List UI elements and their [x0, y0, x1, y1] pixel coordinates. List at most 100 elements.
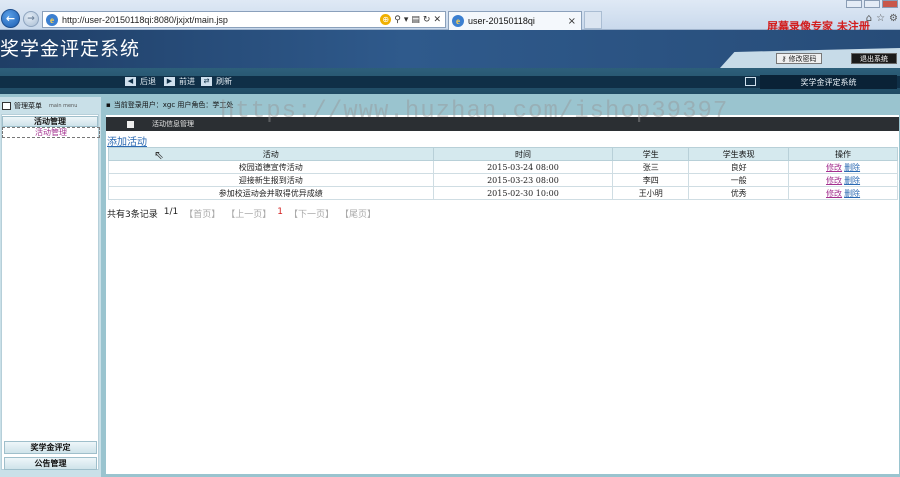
cell-activity: 迎接新生报到活动 — [108, 173, 434, 187]
col-time: 时间 — [432, 147, 614, 161]
pager-first[interactable]: 【首页】 — [184, 207, 220, 220]
login-info: 当前登录用户：xgc 用户角色：学工处 — [113, 101, 234, 109]
tab-close-icon[interactable]: × — [568, 16, 576, 27]
favorites-icon[interactable]: ☆ — [876, 13, 885, 24]
cell-actions: 修改 删除 — [788, 186, 898, 200]
cell-actions: 修改 删除 — [788, 173, 898, 187]
minimize-button[interactable] — [846, 0, 862, 8]
activity-table: 活动 时间 学生 学生表现 操作 校园道德宣传活动 2015-03-24 08:… — [108, 147, 898, 200]
delete-link[interactable]: 删除 — [844, 163, 860, 172]
panel-icon — [127, 120, 134, 128]
pager-current: 1 — [277, 207, 283, 217]
delete-link[interactable]: 删除 — [844, 189, 860, 198]
cell-performance: 良好 — [688, 160, 790, 174]
table-header-row: 活动 时间 学生 学生表现 操作 — [108, 147, 898, 161]
browser-chrome: ← → e http://user-20150118qi:8080/jxjxt/… — [0, 0, 900, 33]
panel-title-bar: 活动信息管理 — [106, 117, 899, 131]
compat-view-icon[interactable]: ▤ — [411, 15, 420, 25]
pager-next[interactable]: 【下一页】 — [289, 207, 334, 220]
mouse-cursor-icon: ⇖ — [154, 148, 165, 162]
ie-page-icon: e — [46, 13, 58, 26]
sidebar-title: 管理菜单 — [14, 102, 42, 110]
browser-tab[interactable]: e user-20150118qi × — [448, 11, 582, 30]
tab-title: user-20150118qi — [468, 16, 535, 26]
menu-icon — [2, 102, 11, 110]
cell-student: 李四 — [612, 173, 690, 187]
sidebar-subtitle: main menu — [49, 103, 78, 109]
compatibility-icon[interactable]: ⊕ — [380, 14, 392, 25]
user-icon: ▪ — [106, 101, 111, 109]
back-arrow-icon: ◀ — [125, 77, 136, 86]
browser-back-button[interactable]: ← — [1, 9, 20, 28]
new-tab-button[interactable] — [584, 11, 602, 29]
cell-student: 王小明 — [612, 186, 690, 200]
table-row: 迎接新生报到活动 2015-03-23 08:00 李四 一般 修改 删除 — [108, 173, 898, 187]
sidebar-item-activity[interactable]: 活动管理 — [2, 127, 100, 138]
pager: 共有3条记录 1/1 【首页】 【上一页】 1 【下一页】 【尾页】 — [107, 207, 376, 220]
cell-performance: 一般 — [688, 173, 790, 187]
refresh-icon[interactable]: ↻ — [423, 15, 431, 25]
monitor-icon — [745, 77, 756, 86]
cell-actions: 修改 删除 — [788, 160, 898, 174]
gear-icon[interactable]: ⚙ — [889, 13, 898, 24]
cell-activity: 校园道德宣传活动 — [108, 160, 434, 174]
toolbar-back[interactable]: ◀ 后退 — [125, 76, 156, 87]
cell-student: 张三 — [612, 160, 690, 174]
toolbar-refresh-label: 刷新 — [216, 77, 232, 86]
col-performance: 学生表现 — [688, 147, 790, 161]
stop-icon[interactable]: ✕ — [433, 15, 441, 25]
toolbar-refresh[interactable]: ⇄ 刷新 — [201, 76, 232, 87]
edit-link[interactable]: 修改 — [826, 163, 842, 172]
panel-title: 活动信息管理 — [152, 120, 194, 128]
pager-page-of: 1/1 — [163, 207, 179, 217]
arrow-left-icon: ← — [5, 12, 16, 25]
edit-link[interactable]: 修改 — [826, 189, 842, 198]
address-bar[interactable]: e http://user-20150118qi:8080/jxjxt/main… — [42, 11, 446, 28]
toolbar-forward[interactable]: ▶ 前进 — [164, 76, 195, 87]
refresh-arrows-icon: ⇄ — [201, 77, 212, 86]
cell-performance: 优秀 — [688, 186, 790, 200]
col-student: 学生 — [612, 147, 690, 161]
sidebar-group-activity[interactable]: 活动管理 — [2, 116, 98, 127]
key-icon: ⚷ — [781, 54, 787, 63]
cell-time: 2015-03-23 08:00 — [432, 173, 614, 187]
sidebar-group-notice[interactable]: 公告管理 — [4, 457, 97, 470]
toolbar-back-label: 后退 — [140, 77, 156, 86]
sidebar-group-scholarship[interactable]: 奖学金评定 — [4, 441, 97, 454]
table-row: 校园道德宣传活动 2015-03-24 08:00 张三 良好 修改 删除 — [108, 160, 898, 174]
col-actions: 操作 — [788, 147, 898, 161]
toolbar: ◀ 后退 ▶ 前进 ⇄ 刷新 奖学金评定系统 — [0, 68, 900, 94]
login-info-bar: ▪ 当前登录用户：xgc 用户角色：学工处 — [106, 97, 899, 113]
forward-arrow-icon: ▶ — [164, 77, 175, 86]
content-panel: 活动信息管理 添加活动 活动 时间 学生 学生表现 操作 校园道德宣传活动 20… — [106, 115, 899, 474]
home-icon[interactable]: ⌂ — [866, 13, 872, 24]
sidebar-header: 管理菜单 main menu — [2, 99, 99, 113]
sidebar: 管理菜单 main menu 活动管理 活动管理 奖学金评定 公告管理 — [0, 97, 101, 477]
search-icon[interactable]: ⚲ — [394, 15, 401, 25]
cell-activity: 参加校运动会并取得优异成绩 — [108, 186, 434, 200]
change-password-button[interactable]: ⚷ 修改密码 — [776, 53, 822, 64]
maximize-button[interactable] — [864, 0, 880, 8]
toolbar-forward-label: 前进 — [179, 77, 195, 86]
logout-label: 退出系统 — [860, 54, 888, 63]
change-password-label: 修改密码 — [788, 54, 817, 63]
system-tag: 奖学金评定系统 — [760, 75, 897, 89]
app-title: 奖学金评定系统 — [0, 38, 141, 60]
table-row: 参加校运动会并取得优异成绩 2015-02-30 10:00 王小明 优秀 修改… — [108, 186, 898, 200]
add-activity-link[interactable]: 添加活动 — [107, 133, 147, 148]
browser-forward-button[interactable]: → — [23, 11, 39, 27]
sidebar-menu: 活动管理 活动管理 — [1, 114, 100, 470]
logout-button[interactable]: 退出系统 — [851, 53, 897, 64]
pager-prev[interactable]: 【上一页】 — [226, 207, 271, 220]
cell-time: 2015-03-24 08:00 — [432, 160, 614, 174]
url-text[interactable]: http://user-20150118qi:8080/jxjxt/main.j… — [62, 15, 380, 25]
arrow-right-icon: → — [27, 14, 35, 24]
delete-link[interactable]: 删除 — [844, 176, 860, 185]
edit-link[interactable]: 修改 — [826, 176, 842, 185]
pager-last[interactable]: 【尾页】 — [340, 207, 376, 220]
tab-ie-icon: e — [452, 15, 464, 27]
pager-total: 共有3条记录 — [107, 210, 158, 220]
close-window-button[interactable] — [882, 0, 898, 8]
dropdown-icon[interactable]: ▾ — [404, 15, 409, 25]
cell-time: 2015-02-30 10:00 — [432, 186, 614, 200]
